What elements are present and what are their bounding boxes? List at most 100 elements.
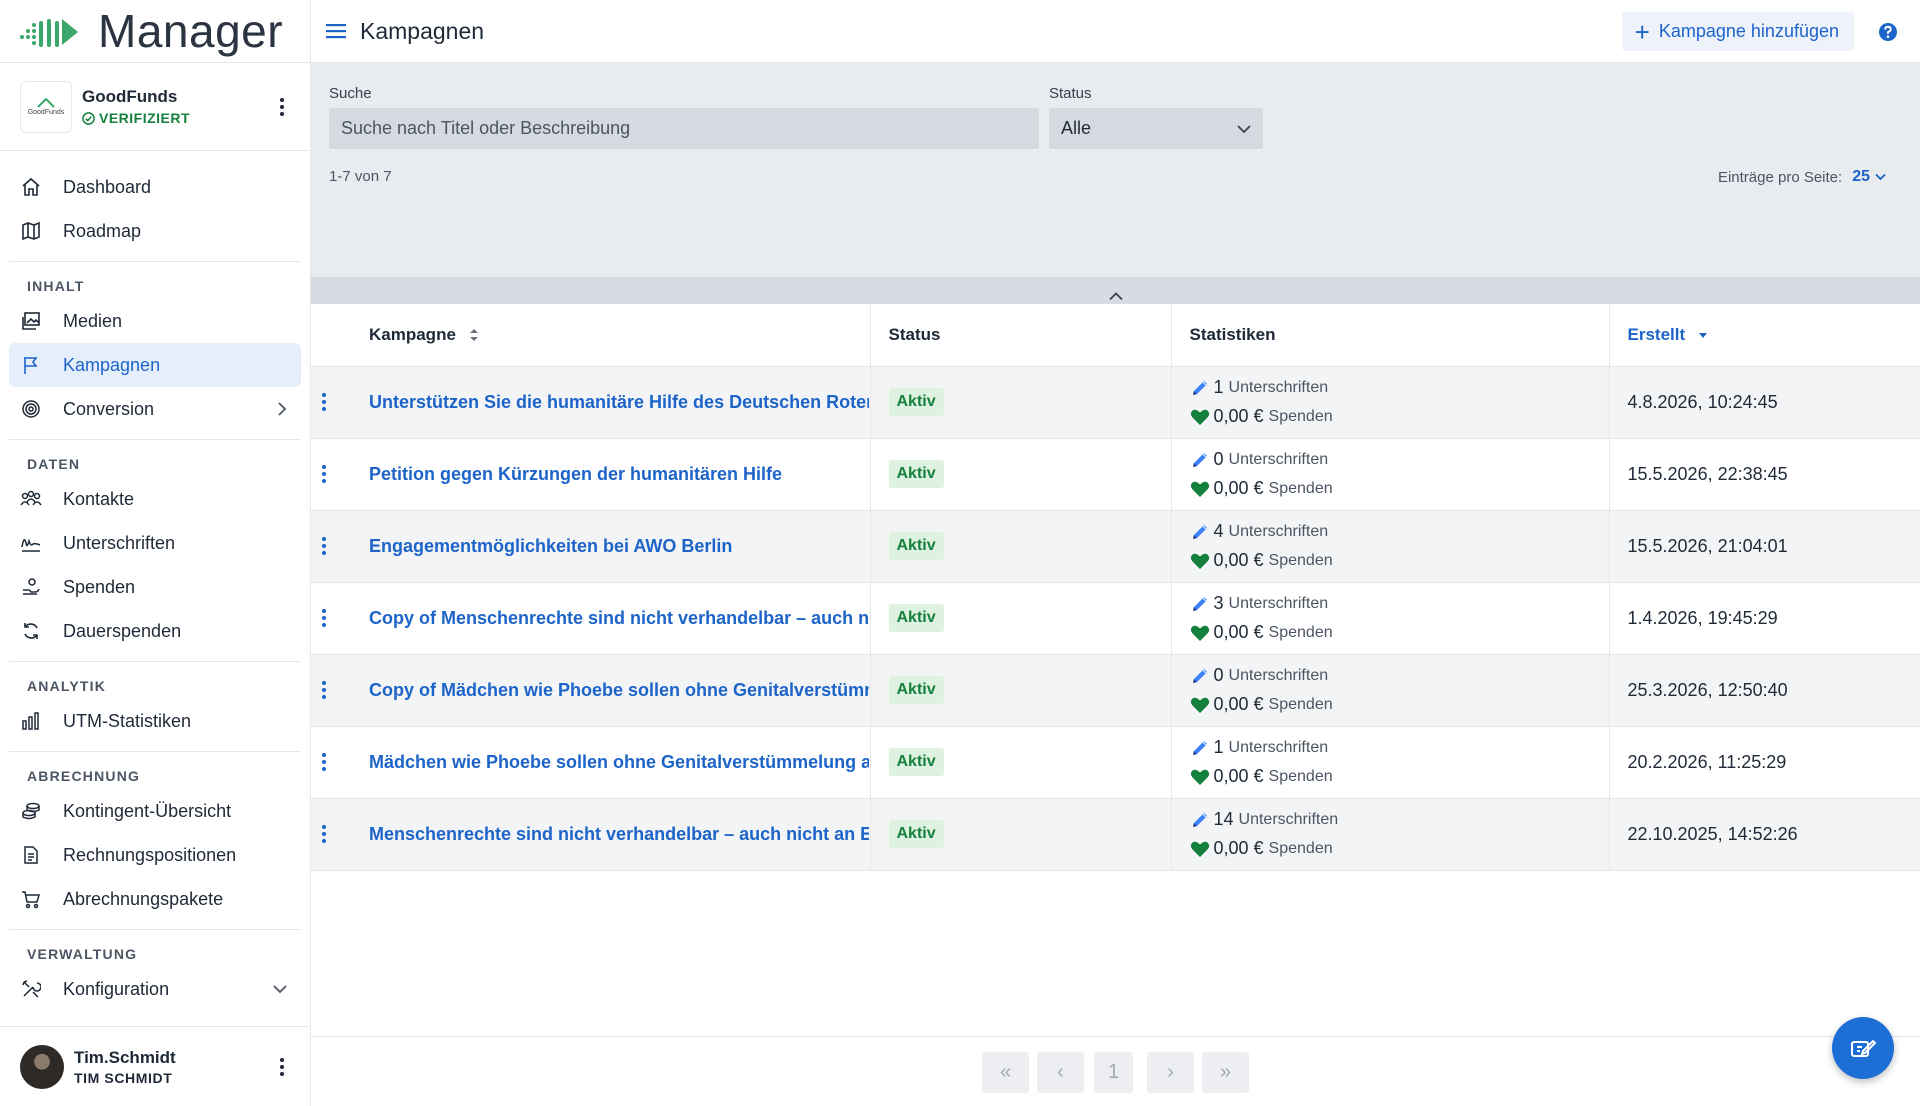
filter-panel: Suche Suche nach Titel oder Beschreibung… bbox=[311, 63, 1920, 277]
nav-label: Dashboard bbox=[63, 176, 152, 197]
pen-icon bbox=[1190, 738, 1212, 758]
last-page-icon: » bbox=[1219, 1061, 1232, 1083]
heart-icon bbox=[1190, 624, 1212, 642]
status-badge: Aktiv bbox=[888, 532, 944, 560]
page-title: Kampagnen bbox=[360, 17, 485, 44]
table-row[interactable]: Copy of Mädchen wie Phoebe sollen ohne G… bbox=[311, 654, 1920, 727]
table-row[interactable]: Mädchen wie Phoebe sollen ohne Genitalve… bbox=[311, 726, 1920, 799]
row-menu-icon[interactable] bbox=[313, 681, 335, 699]
nav-item-konfiguration[interactable]: Konfiguration bbox=[9, 967, 301, 1011]
row-menu-cell bbox=[311, 438, 369, 511]
nav-label: Spenden bbox=[63, 576, 136, 597]
nav-item-roadmap[interactable]: Roadmap bbox=[9, 209, 301, 253]
campaign-title-cell: Menschenrechte sind nicht verhandelbar –… bbox=[369, 798, 871, 871]
flag-icon bbox=[20, 354, 42, 376]
avatar bbox=[20, 1044, 64, 1089]
table-row[interactable]: Engagementmöglichkeiten bei AWO Berlin Ak… bbox=[311, 510, 1920, 583]
signature-label: Unterschriften bbox=[1228, 522, 1329, 540]
last-page-button[interactable]: » bbox=[1202, 1052, 1249, 1093]
table-row[interactable]: Menschenrechte sind nicht verhandelbar –… bbox=[311, 798, 1920, 871]
sidebar: Manager GoodFunds GoodFunds VERIFIZIERT … bbox=[0, 0, 311, 1106]
column-header-erstellt[interactable]: Erstellt bbox=[1609, 304, 1920, 367]
help-icon[interactable] bbox=[1878, 22, 1898, 42]
table-row[interactable]: Copy of Menschenrechte sind nicht verhan… bbox=[311, 582, 1920, 655]
search-input[interactable]: Suche nach Titel oder Beschreibung bbox=[329, 108, 1039, 149]
user-menu-icon[interactable] bbox=[272, 1055, 292, 1079]
campaign-title-link[interactable]: Petition gegen Kürzungen der humanitären… bbox=[369, 464, 869, 485]
row-menu-icon[interactable] bbox=[313, 825, 335, 843]
campaign-title-cell: Petition gegen Kürzungen der humanitären… bbox=[369, 438, 871, 511]
campaign-title-link[interactable]: Copy of Menschenrechte sind nicht verhan… bbox=[369, 608, 869, 629]
add-campaign-button[interactable]: + Kampagne hinzufügen bbox=[1621, 12, 1854, 51]
row-menu-icon[interactable] bbox=[313, 753, 335, 771]
donation-label: Spenden bbox=[1268, 407, 1333, 425]
table-row[interactable]: Unterstützen Sie die humanitäre Hilfe de… bbox=[311, 366, 1920, 439]
campaign-title-link[interactable]: Mädchen wie Phoebe sollen ohne Genitalve… bbox=[369, 752, 869, 773]
nav-item-rechnungspositionen[interactable]: Rechnungspositionen bbox=[9, 833, 301, 877]
row-menu-cell bbox=[311, 510, 369, 583]
campaign-title-link[interactable]: Engagementmöglichkeiten bei AWO Berlin bbox=[369, 536, 869, 557]
nav-item-conversion[interactable]: Conversion bbox=[9, 387, 301, 431]
heart-icon bbox=[1190, 696, 1212, 714]
status-select[interactable]: Alle bbox=[1049, 108, 1263, 149]
column-header-status[interactable]: Status bbox=[870, 304, 1172, 367]
pen-icon bbox=[1190, 810, 1212, 830]
campaign-title-link[interactable]: Copy of Mädchen wie Phoebe sollen ohne G… bbox=[369, 680, 869, 701]
app-logo[interactable]: Manager bbox=[0, 0, 310, 63]
row-menu-icon[interactable] bbox=[313, 393, 335, 411]
nav-item-kontakte[interactable]: Kontakte bbox=[9, 477, 301, 521]
signature-count: 14 bbox=[1213, 809, 1234, 829]
column-header-kampagne[interactable]: Kampagne bbox=[369, 304, 871, 367]
prev-page-button[interactable]: ‹ bbox=[1037, 1052, 1084, 1093]
nav-item-abrechnungspakete[interactable]: Abrechnungspakete bbox=[9, 877, 301, 921]
row-menu-icon[interactable] bbox=[313, 465, 335, 483]
signature-count: 3 bbox=[1213, 593, 1224, 613]
stats-cell: 0 Unterschriften 0,00 € Spenden bbox=[1171, 438, 1610, 511]
bar-chart-icon bbox=[20, 710, 42, 732]
status-cell: Aktiv bbox=[870, 582, 1172, 655]
first-page-button[interactable]: « bbox=[982, 1052, 1029, 1093]
donation-amount: 0,00 € bbox=[1213, 694, 1264, 714]
nav-item-kampagnen[interactable]: Kampagnen bbox=[9, 343, 301, 387]
org-card: GoodFunds GoodFunds VERIFIZIERT bbox=[0, 63, 310, 151]
campaign-title-link[interactable]: Menschenrechte sind nicht verhandelbar –… bbox=[369, 824, 869, 845]
column-header-statistiken[interactable]: Statistiken bbox=[1171, 304, 1610, 367]
donation-amount: 0,00 € bbox=[1213, 550, 1264, 570]
status-badge: Aktiv bbox=[888, 388, 944, 416]
donation-label: Spenden bbox=[1268, 767, 1333, 785]
status-cell: Aktiv bbox=[870, 798, 1172, 871]
user-profile[interactable]: Tim.Schmidt TIM SCHMIDT bbox=[0, 1026, 310, 1106]
org-menu-icon[interactable] bbox=[272, 95, 292, 119]
chevron-down-icon bbox=[273, 984, 287, 994]
per-page-select[interactable]: 25 bbox=[1852, 168, 1886, 186]
feedback-fab-button[interactable] bbox=[1832, 1017, 1894, 1079]
campaign-title-link[interactable]: Unterstützen Sie die humanitäre Hilfe de… bbox=[369, 392, 869, 413]
invoice-icon bbox=[20, 844, 42, 866]
table-row[interactable]: Petition gegen Kürzungen der humanitären… bbox=[311, 438, 1920, 511]
people-icon bbox=[20, 488, 42, 510]
nav-item-kontingent[interactable]: Kontingent-Übersicht bbox=[9, 789, 301, 833]
next-page-button[interactable]: › bbox=[1147, 1052, 1194, 1093]
signature-label: Unterschriften bbox=[1238, 810, 1339, 828]
stats-cell: 1 Unterschriften 0,00 € Spenden bbox=[1171, 726, 1610, 799]
created-cell: 1.4.2026, 19:45:29 bbox=[1609, 582, 1920, 655]
nav-item-spenden[interactable]: Spenden bbox=[9, 565, 301, 609]
column-label: Status bbox=[888, 324, 941, 344]
nav-item-medien[interactable]: Medien bbox=[9, 299, 301, 343]
nav-item-dashboard[interactable]: Dashboard bbox=[9, 165, 301, 209]
nav-item-utm-statistiken[interactable]: UTM-Statistiken bbox=[9, 699, 301, 743]
hamburger-icon[interactable] bbox=[326, 23, 346, 39]
donation-label: Spenden bbox=[1268, 623, 1333, 641]
search-placeholder: Suche nach Titel oder Beschreibung bbox=[341, 118, 631, 138]
nav-item-unterschriften[interactable]: Unterschriften bbox=[9, 521, 301, 565]
check-circle-icon bbox=[82, 111, 95, 125]
heart-icon bbox=[1190, 480, 1212, 498]
filter-collapse-toggle[interactable] bbox=[311, 277, 1920, 304]
page-button-current[interactable]: 1 bbox=[1094, 1052, 1133, 1093]
sort-icon bbox=[469, 329, 478, 342]
row-menu-icon[interactable] bbox=[313, 609, 335, 627]
heart-icon bbox=[1190, 840, 1212, 858]
nav-item-dauerspenden[interactable]: Dauerspenden bbox=[9, 609, 301, 653]
row-menu-icon[interactable] bbox=[313, 537, 335, 555]
per-page-value: 25 bbox=[1852, 168, 1870, 185]
